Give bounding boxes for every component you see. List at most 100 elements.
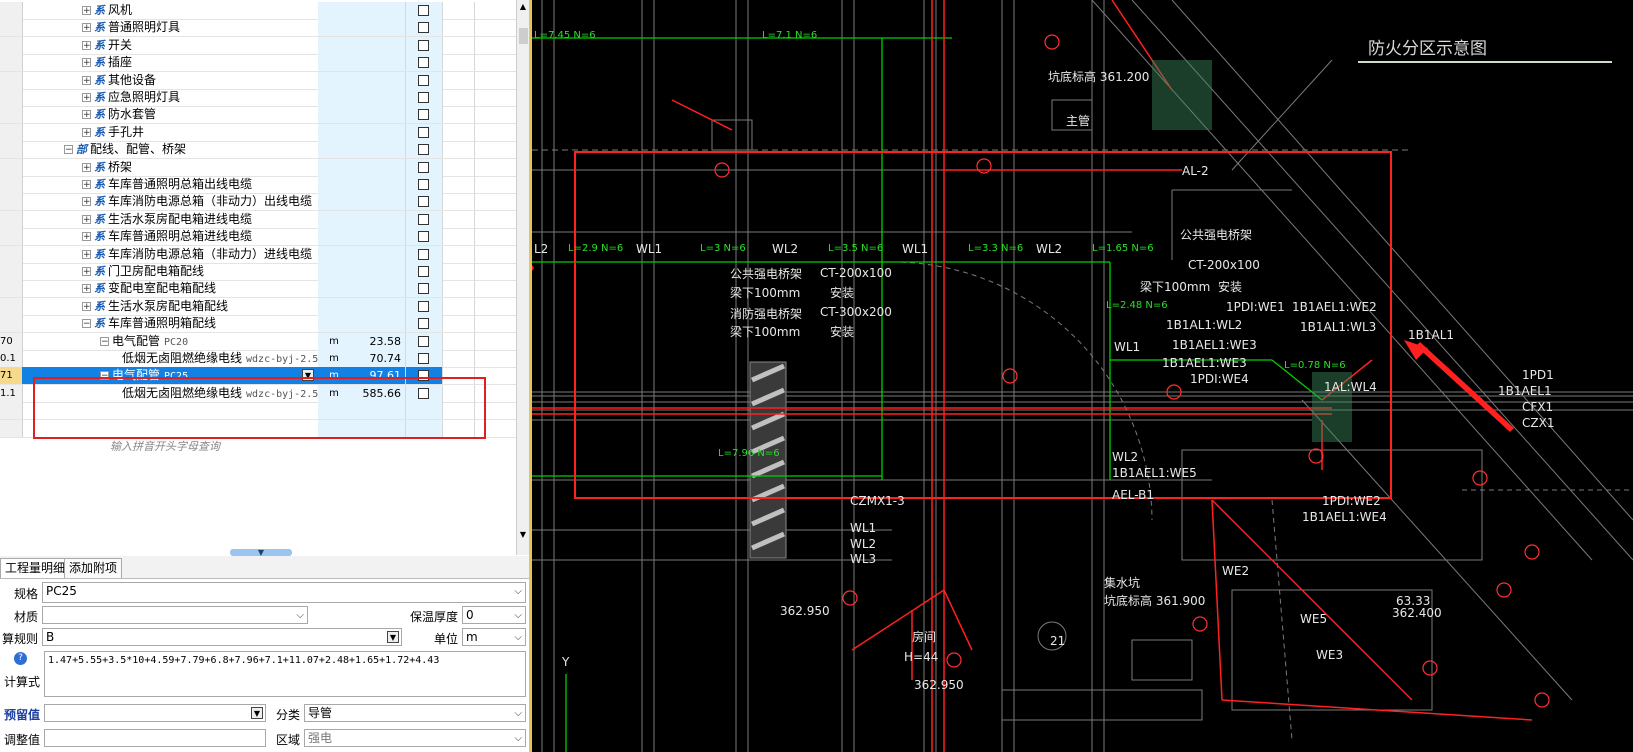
row-name-cell[interactable]: + 系车库消防电源总箱（非动力）进线电缆	[22, 245, 319, 263]
row-checkbox[interactable]	[418, 213, 429, 225]
expand-icon[interactable]: +	[82, 180, 91, 190]
zone-select[interactable]: 强电 ⌵	[304, 729, 526, 747]
collapse-icon[interactable]: −	[82, 319, 91, 329]
expand-icon[interactable]: +	[82, 197, 91, 207]
table-row[interactable]: + 系应急照明灯具	[0, 89, 516, 107]
tree-vertical-scrollbar[interactable]: ▲ ▼	[516, 0, 529, 555]
row-name-cell[interactable]: + 系变配电室配电箱配线	[22, 280, 319, 298]
row-name-cell[interactable]: − 系车库普通照明箱配线	[22, 315, 319, 333]
checkbox-cell[interactable]	[406, 367, 443, 385]
row-name-cell[interactable]: 低烟无卤阻燃绝缘电线 wdzc-byj-2.5	[22, 384, 319, 402]
row-checkbox[interactable]	[418, 283, 429, 295]
expand-icon[interactable]: +	[82, 75, 91, 85]
expand-icon[interactable]: +	[82, 301, 91, 311]
row-name-cell[interactable]: + 系其他设备	[22, 71, 319, 89]
collapse-icon[interactable]: −	[64, 145, 73, 155]
checkbox-cell[interactable]	[406, 71, 443, 89]
row-name-cell[interactable]: 低烟无卤阻燃绝缘电线 wdzc-byj-2.5	[22, 350, 319, 367]
table-row[interactable]: + 系手孔井	[0, 123, 516, 142]
checkbox-cell[interactable]	[406, 263, 443, 280]
row-name-cell[interactable]: + 系应急照明灯具	[22, 89, 319, 106]
checkbox-cell[interactable]	[406, 36, 443, 54]
row-checkbox[interactable]	[418, 39, 429, 51]
collapse-icon[interactable]: −	[100, 371, 109, 381]
expand-icon[interactable]: +	[82, 127, 91, 137]
row-name-cell[interactable]: + 系车库消防电源总箱（非动力）出线电缆	[22, 193, 319, 211]
table-row[interactable]: − 系车库普通照明箱配线	[0, 315, 516, 334]
table-row[interactable]	[0, 402, 516, 421]
checkbox-cell[interactable]	[406, 245, 443, 263]
expand-icon[interactable]: +	[82, 6, 91, 16]
table-row[interactable]: + 系门卫房配电箱配线	[0, 263, 516, 281]
row-name-cell[interactable]: + 系门卫房配电箱配线	[22, 263, 319, 280]
checkbox-cell[interactable]	[406, 158, 443, 176]
checkbox-cell[interactable]	[406, 350, 443, 367]
row-checkbox[interactable]	[418, 196, 429, 208]
table-row[interactable]: 71 − 电气配管 PC25 ▼ m 97.61	[0, 367, 516, 386]
row-checkbox[interactable]	[418, 353, 429, 364]
scroll-down-icon[interactable]: ▼	[519, 530, 527, 540]
checkbox-cell[interactable]	[406, 315, 443, 333]
row-name-cell[interactable]: − 部配线、配管、桥架	[22, 141, 319, 159]
table-row[interactable]: + 系车库普通照明总箱进线电缆	[0, 228, 516, 247]
rule-input[interactable]: B ▼	[42, 628, 402, 646]
dropdown-icon[interactable]: ▼	[387, 631, 399, 643]
row-checkbox[interactable]	[418, 179, 429, 190]
collapse-icon[interactable]: −	[100, 336, 109, 346]
row-checkbox[interactable]	[418, 248, 429, 260]
row-checkbox[interactable]	[418, 126, 429, 138]
category-select[interactable]: 导管 ⌵	[304, 704, 526, 722]
table-row[interactable]	[0, 419, 516, 438]
expand-icon[interactable]: +	[82, 162, 91, 172]
checkbox-cell[interactable]	[406, 176, 443, 193]
row-name-cell[interactable]: + 系风机	[22, 2, 319, 19]
row-name-cell[interactable]: − 电气配管 PC20	[22, 332, 319, 350]
row-checkbox[interactable]	[418, 300, 429, 312]
table-row[interactable]: + 系生活水泵房配电箱进线电缆	[0, 210, 516, 229]
spec-select[interactable]: PC25 ⌵	[42, 582, 526, 603]
unit-select[interactable]: m ⌵	[462, 628, 526, 646]
row-name-cell[interactable]: + 系生活水泵房配电箱进线电缆	[22, 210, 319, 228]
row-name-cell[interactable]: + 系车库普通照明总箱进线电缆	[22, 228, 319, 246]
row-name-cell[interactable]: + 系车库普通照明总箱出线电缆	[22, 176, 319, 193]
tab-quantity-detail[interactable]: 工程量明细	[0, 558, 71, 578]
row-checkbox[interactable]	[418, 92, 429, 103]
table-row[interactable]: + 系变配电室配电箱配线	[0, 280, 516, 299]
insulation-select[interactable]: 0 ⌵	[462, 606, 526, 624]
table-row[interactable]: + 系普通照明灯具	[0, 19, 516, 38]
table-row[interactable]: + 系车库消防电源总箱（非动力）进线电缆	[0, 245, 516, 264]
row-checkbox[interactable]	[418, 161, 429, 173]
row-name-cell[interactable]	[22, 419, 319, 437]
row-name-cell[interactable]: + 系桥架	[22, 158, 319, 176]
row-checkbox[interactable]	[418, 109, 429, 121]
panel-splitter-handle[interactable]: ▼	[230, 549, 292, 557]
formula-textarea[interactable]: 1.47+5.55+3.5*10+4.59+7.79+6.8+7.96+7.1+…	[44, 651, 526, 697]
cad-drawing-canvas[interactable]: 防火分区示意图 坑底标高 361.200 公共强电桥架 CT-200x100 梁下10…	[532, 0, 1633, 752]
table-row[interactable]: 70− 电气配管 PC20 m 23.58	[0, 332, 516, 351]
table-row[interactable]: + 系桥架	[0, 158, 516, 177]
checkbox-cell[interactable]	[406, 89, 443, 106]
checkbox-cell[interactable]	[406, 402, 443, 420]
table-row[interactable]: + 系车库普通照明总箱出线电缆	[0, 176, 516, 194]
table-row[interactable]: + 系车库消防电源总箱（非动力）出线电缆	[0, 193, 516, 212]
table-row[interactable]: − 部配线、配管、桥架	[0, 141, 516, 160]
row-name-cell[interactable]: + 系防水套管	[22, 106, 319, 124]
dropdown-icon[interactable]: ▼	[251, 707, 263, 719]
table-row[interactable]: + 系防水套管	[0, 106, 516, 125]
checkbox-cell[interactable]	[406, 332, 443, 350]
table-row[interactable]: + 系风机	[0, 2, 516, 20]
checkbox-cell[interactable]	[406, 19, 443, 37]
row-name-cell[interactable]: + 系手孔井	[22, 123, 319, 141]
row-name-cell[interactable]: + 系开关	[22, 36, 319, 54]
help-icon[interactable]: ?	[14, 652, 27, 665]
row-checkbox[interactable]	[418, 144, 429, 156]
row-name-cell[interactable]: + 系生活水泵房配电箱配线	[22, 297, 319, 315]
checkbox-cell[interactable]	[406, 228, 443, 246]
row-checkbox[interactable]	[418, 74, 429, 86]
scroll-up-icon[interactable]: ▲	[519, 2, 527, 12]
row-checkbox[interactable]	[418, 318, 429, 330]
checkbox-cell[interactable]	[406, 280, 443, 298]
checkbox-cell[interactable]	[406, 2, 443, 19]
row-checkbox[interactable]	[418, 370, 429, 382]
scroll-thumb[interactable]	[519, 28, 528, 44]
